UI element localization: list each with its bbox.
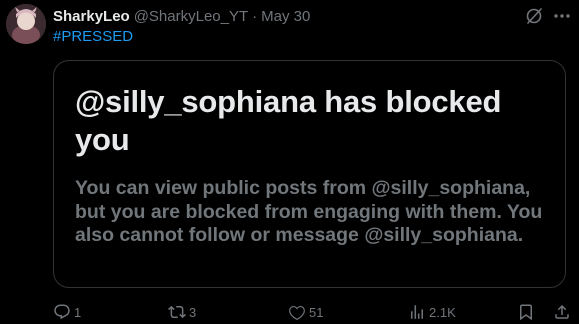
- more-options-button[interactable]: [552, 6, 572, 26]
- reply-count: 1: [74, 304, 82, 320]
- like-button[interactable]: 51: [288, 300, 323, 324]
- more-dots-icon: [554, 14, 570, 18]
- grok-button[interactable]: [524, 6, 544, 26]
- reply-button[interactable]: 1: [53, 300, 81, 324]
- post-actions-bar: 1 3 51 2.1K: [0, 300, 579, 324]
- reply-icon: [54, 304, 70, 320]
- user-handle[interactable]: @SharkyLeo_YT: [134, 8, 248, 25]
- display-name[interactable]: SharkyLeo: [53, 8, 130, 25]
- share-icon: [555, 304, 569, 319]
- meta-separator: ·: [252, 7, 258, 25]
- grok-icon: [526, 8, 542, 24]
- post-date[interactable]: May 30: [261, 8, 310, 25]
- avatar-image: [6, 4, 46, 44]
- bookmark-icon: [520, 304, 532, 321]
- hashtag-link[interactable]: #PRESSED: [53, 28, 133, 45]
- views-button[interactable]: 2.1K: [408, 300, 456, 324]
- heart-icon: [289, 305, 305, 321]
- repost-button[interactable]: 3: [168, 300, 196, 324]
- views-chart-icon: [411, 305, 423, 319]
- views-count: 2.1K: [429, 304, 456, 320]
- post[interactable]: SharkyLeo @SharkyLeo_YT · May 30 #PRESSE…: [0, 0, 579, 324]
- bookmark-button[interactable]: [517, 300, 538, 324]
- avatar[interactable]: [6, 4, 46, 44]
- embedded-screenshot[interactable]: @silly_sophiana has blocked you You can …: [53, 60, 566, 288]
- repost-icon: [168, 305, 186, 319]
- blocked-description: You can view public posts from @silly_so…: [75, 177, 543, 246]
- repost-count: 3: [189, 304, 197, 320]
- blocked-title: @silly_sophiana has blocked you: [75, 84, 502, 157]
- like-count: 51: [309, 304, 324, 320]
- share-button[interactable]: [553, 300, 574, 324]
- post-header: SharkyLeo @SharkyLeo_YT · May 30: [53, 6, 310, 26]
